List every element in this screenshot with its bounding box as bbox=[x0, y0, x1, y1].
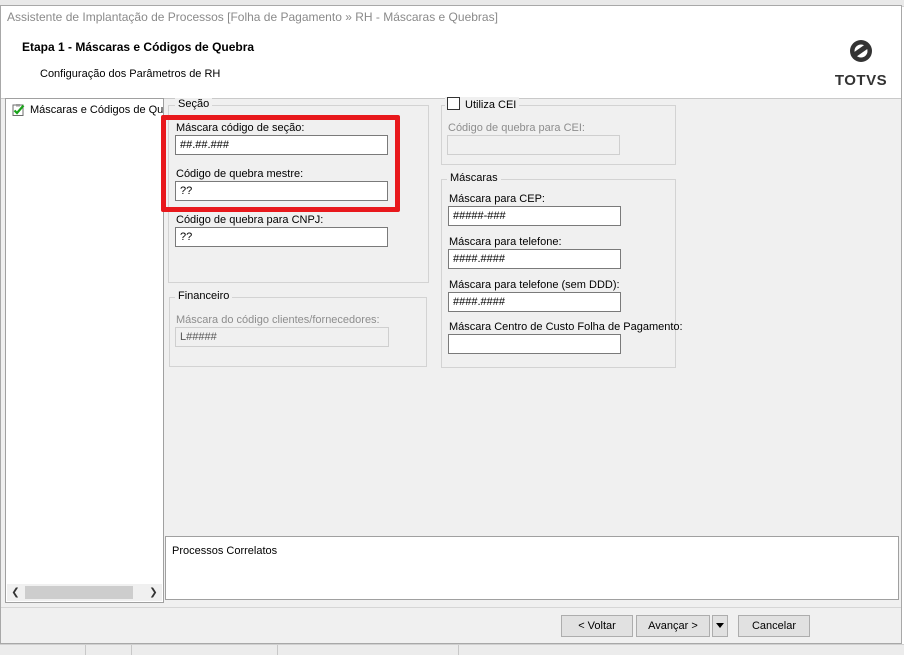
tree-item-label: Máscaras e Códigos de Quebra bbox=[30, 104, 163, 116]
wizard-dialog: Assistente de Implantação de Processos [… bbox=[0, 5, 902, 644]
scrollbar-thumb[interactable] bbox=[25, 586, 133, 599]
centro-custo-label: Máscara Centro de Custo Folha de Pagamen… bbox=[449, 321, 683, 333]
telefone-sem-ddd-input[interactable]: ####.#### bbox=[448, 292, 621, 312]
title-bar[interactable]: Assistente de Implantação de Processos [… bbox=[1, 6, 901, 30]
totvs-logo-icon bbox=[850, 40, 872, 62]
secao-legend: Seção bbox=[175, 98, 213, 110]
quebra-cnpj-input[interactable]: ?? bbox=[175, 227, 388, 247]
highlight-box bbox=[161, 115, 400, 212]
mascara-clientes-label: Máscara do código clientes/fornecedores: bbox=[176, 314, 380, 326]
quebra-cei-label: Código de quebra para CEI: bbox=[448, 122, 585, 134]
scroll-right-icon[interactable]: ❯ bbox=[145, 584, 162, 601]
related-processes-title: Processos Correlatos bbox=[172, 545, 278, 557]
telefone-label: Máscara para telefone: bbox=[449, 236, 562, 248]
utiliza-cei-checkbox-row[interactable]: Utiliza CEI bbox=[445, 97, 520, 111]
cancel-button[interactable]: Cancelar bbox=[738, 615, 810, 637]
cei-group: Utiliza CEI Código de quebra para CEI: bbox=[441, 97, 676, 165]
checked-clipboard-icon bbox=[12, 104, 25, 116]
window-title: Assistente de Implantação de Processos [… bbox=[7, 10, 498, 24]
background-app-grid bbox=[0, 644, 904, 655]
step-title: Etapa 1 - Máscaras e Códigos de Quebra bbox=[22, 40, 255, 54]
financeiro-legend: Financeiro bbox=[175, 290, 233, 302]
mascara-clientes-input: L##### bbox=[175, 327, 389, 347]
steps-tree[interactable]: Máscaras e Códigos de Quebra ❮ ❯ bbox=[5, 98, 164, 603]
tree-item-mascaras[interactable]: Máscaras e Códigos de Quebra bbox=[10, 102, 163, 118]
step-subtitle: Configuração dos Parâmetros de RH bbox=[40, 68, 221, 80]
centro-custo-input[interactable] bbox=[448, 334, 621, 354]
financeiro-group: Financeiro Máscara do código clientes/fo… bbox=[169, 290, 427, 367]
cep-input[interactable]: #####-### bbox=[448, 206, 621, 226]
scroll-left-icon[interactable]: ❮ bbox=[7, 584, 24, 601]
chevron-down-icon bbox=[716, 623, 724, 628]
cep-label: Máscara para CEP: bbox=[449, 193, 545, 205]
mascaras-legend: Máscaras bbox=[447, 172, 501, 184]
back-button[interactable]: < Voltar bbox=[561, 615, 633, 637]
mascaras-group: Máscaras Máscara para CEP: #####-### Más… bbox=[441, 172, 683, 368]
telefone-input[interactable]: ####.#### bbox=[448, 249, 621, 269]
footer-divider bbox=[1, 607, 901, 608]
horizontal-scrollbar[interactable]: ❮ ❯ bbox=[7, 584, 162, 601]
quebra-cnpj-label: Código de quebra para CNPJ: bbox=[176, 214, 324, 226]
next-button[interactable]: Avançar > bbox=[636, 615, 710, 637]
totvs-logo: TOTVS bbox=[833, 38, 893, 89]
utiliza-cei-label: Utiliza CEI bbox=[465, 99, 517, 111]
next-dropdown-button[interactable] bbox=[712, 615, 728, 637]
utiliza-cei-checkbox[interactable] bbox=[447, 97, 460, 110]
related-processes-panel: Processos Correlatos bbox=[165, 536, 899, 600]
wizard-header: Etapa 1 - Máscaras e Códigos de Quebra C… bbox=[1, 30, 901, 99]
quebra-cei-input bbox=[447, 135, 620, 155]
telefone-sem-ddd-label: Máscara para telefone (sem DDD): bbox=[449, 279, 620, 291]
logo-text: TOTVS bbox=[834, 72, 888, 89]
